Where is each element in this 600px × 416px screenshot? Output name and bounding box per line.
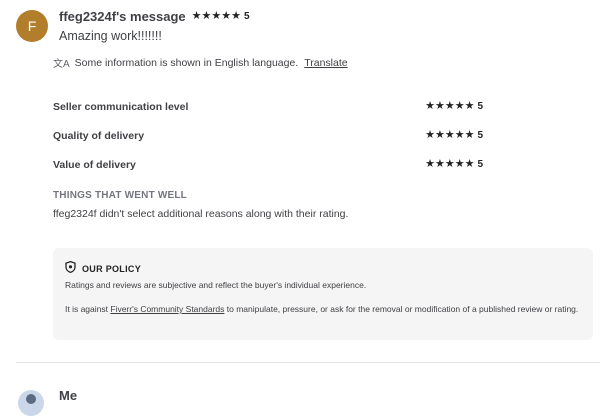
policy-text-2: It is against Fiverr's Community Standar… bbox=[65, 302, 585, 316]
community-standards-link[interactable]: Fiverr's Community Standards bbox=[110, 304, 224, 314]
breakdown-stars: ★ ★ ★ ★ ★ 5 bbox=[425, 158, 483, 171]
star-icon: ★ bbox=[444, 158, 455, 170]
breakdown-rating: 5 bbox=[477, 101, 483, 112]
star-icon: ★ bbox=[464, 158, 475, 170]
breakdown-label: Value of delivery bbox=[53, 158, 136, 171]
breakdown-row: Value of delivery ★ ★ ★ ★ ★ 5 bbox=[53, 150, 483, 179]
breakdown-row: Quality of delivery ★ ★ ★ ★ ★ 5 bbox=[53, 121, 483, 150]
policy-box: OUR POLICY Ratings and reviews are subje… bbox=[53, 248, 593, 340]
policy-text-1: Ratings and reviews are subjective and r… bbox=[65, 280, 367, 290]
star-icon: ★ bbox=[434, 158, 445, 170]
star-icon: ★ bbox=[211, 10, 222, 22]
review-stars: ★ ★ ★ ★ ★ bbox=[192, 11, 241, 22]
translate-link[interactable]: Translate bbox=[304, 57, 347, 69]
policy-header: OUR POLICY bbox=[65, 260, 141, 278]
star-icon: ★ bbox=[434, 129, 445, 141]
reviewer-avatar: F bbox=[16, 10, 48, 42]
breakdown-label: Seller communication level bbox=[53, 100, 189, 113]
star-icon: ★ bbox=[434, 100, 445, 112]
star-icon: ★ bbox=[425, 129, 435, 141]
review-header: ffeg2324f's message ★ ★ ★ ★ ★ 5 bbox=[59, 9, 250, 24]
next-avatar bbox=[18, 390, 44, 416]
translation-notice: 文A Some information is shown in English … bbox=[53, 55, 348, 71]
shield-icon bbox=[65, 260, 76, 278]
translate-icon: 文A bbox=[53, 59, 70, 70]
star-icon: ★ bbox=[221, 10, 232, 22]
breakdown-row: Seller communication level ★ ★ ★ ★ ★ 5 bbox=[53, 92, 483, 121]
star-icon: ★ bbox=[191, 10, 202, 22]
policy-text-2-prefix: It is against bbox=[65, 304, 111, 314]
star-icon: ★ bbox=[464, 129, 475, 141]
next-sender-name: Me bbox=[59, 388, 78, 403]
avatar-letter: F bbox=[27, 18, 37, 34]
translation-notice-text: Some information is shown in English lan… bbox=[74, 56, 299, 69]
breakdown-stars: ★ ★ ★ ★ ★ 5 bbox=[425, 129, 483, 142]
review-text: Amazing work!!!!!!! bbox=[59, 29, 162, 43]
rating-breakdown: Seller communication level ★ ★ ★ ★ ★ 5 Q… bbox=[53, 92, 483, 179]
avatar-face bbox=[26, 394, 36, 404]
star-icon: ★ bbox=[444, 129, 455, 141]
policy-text-2-suffix: to manipulate, pressure, or ask for the … bbox=[224, 304, 579, 314]
star-icon: ★ bbox=[425, 100, 435, 112]
reviewer-message-title: ffeg2324f's message bbox=[59, 9, 186, 24]
breakdown-stars: ★ ★ ★ ★ ★ 5 bbox=[425, 100, 483, 113]
star-icon: ★ bbox=[231, 10, 242, 22]
star-icon: ★ bbox=[201, 10, 212, 22]
went-well-text: ffeg2324f didn't select additional reaso… bbox=[53, 208, 349, 220]
divider bbox=[16, 362, 600, 363]
policy-title: OUR POLICY bbox=[82, 264, 142, 274]
review-rating: 5 bbox=[244, 11, 250, 22]
star-icon: ★ bbox=[464, 100, 475, 112]
breakdown-rating: 5 bbox=[477, 159, 483, 170]
star-icon: ★ bbox=[454, 100, 465, 112]
went-well-title: THINGS THAT WENT WELL bbox=[53, 190, 187, 201]
star-icon: ★ bbox=[454, 129, 465, 141]
breakdown-label: Quality of delivery bbox=[53, 129, 145, 142]
star-icon: ★ bbox=[454, 158, 465, 170]
star-icon: ★ bbox=[425, 158, 435, 170]
star-icon: ★ bbox=[444, 100, 455, 112]
breakdown-rating: 5 bbox=[477, 130, 483, 141]
